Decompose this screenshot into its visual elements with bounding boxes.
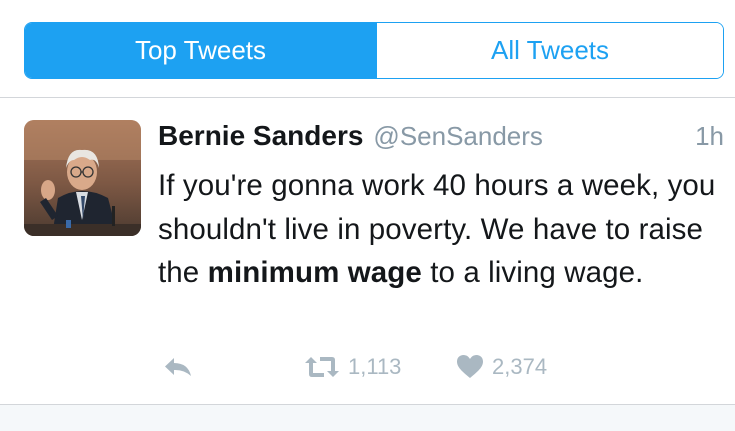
tweet-text-part: to a living wage. <box>421 256 644 289</box>
display-name[interactable]: Bernie Sanders <box>158 120 363 152</box>
user-handle[interactable]: @SenSanders <box>373 121 543 152</box>
reply-icon <box>162 355 194 379</box>
tweet-text-bold: wage <box>347 256 422 289</box>
tab-top-tweets[interactable]: Top Tweets <box>25 23 376 78</box>
heart-icon <box>456 354 484 380</box>
retweet-icon <box>304 354 340 380</box>
tweet-timestamp: 1h <box>695 121 724 151</box>
tab-all-tweets[interactable]: All Tweets <box>376 23 723 78</box>
avatar[interactable] <box>24 120 141 236</box>
like-button[interactable]: 2,374 <box>456 350 547 384</box>
tweet-card[interactable]: Bernie Sanders @SenSanders 1h If you're … <box>0 98 735 404</box>
tweet-text-bold: minimum <box>207 256 340 289</box>
timeline-gap <box>0 405 735 431</box>
reply-button[interactable] <box>162 350 194 384</box>
like-count: 2,374 <box>492 354 548 379</box>
tweet-filter-segmented-control: Top Tweets All Tweets <box>24 22 724 79</box>
retweet-count: 1,113 <box>348 354 402 379</box>
retweet-button[interactable]: 1,113 <box>304 350 401 384</box>
tweet-actions: 1,113 2,374 <box>158 350 658 384</box>
tweet-header: Bernie Sanders @SenSanders 1h <box>158 120 724 160</box>
tweet-text: If you're gonna work 40 hours a week, yo… <box>158 164 728 295</box>
